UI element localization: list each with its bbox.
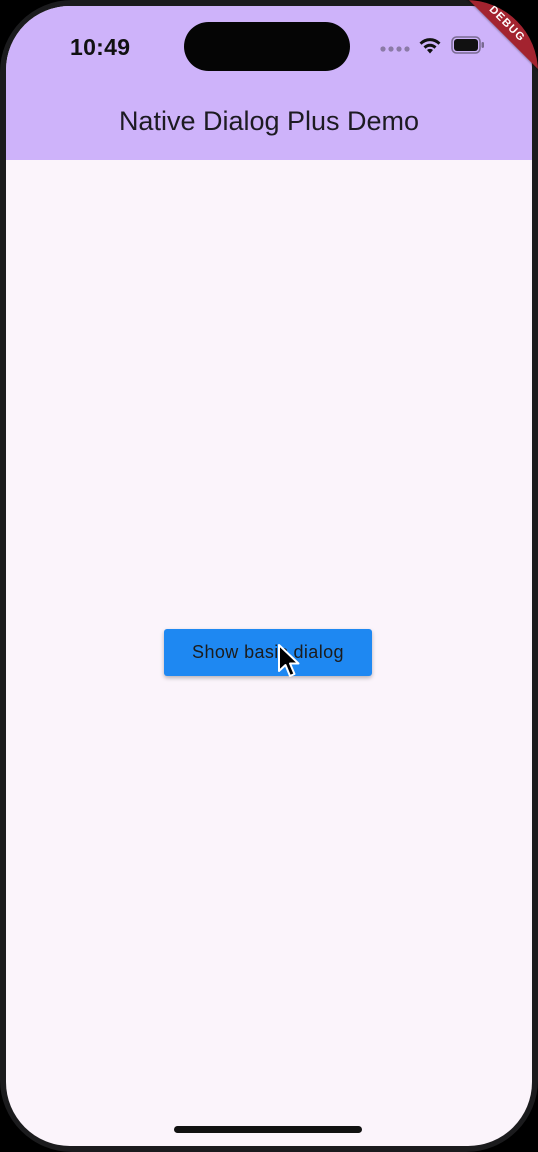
- status-time: 10:49: [70, 34, 131, 60]
- app-bar: 10:49 Native Dialog Plus Demo: [6, 6, 532, 160]
- dynamic-island: [184, 22, 350, 71]
- signal-dots-icon: [380, 46, 410, 52]
- main-content: Show basic dialog: [6, 160, 532, 1146]
- home-indicator[interactable]: [174, 1126, 362, 1133]
- wifi-icon: [419, 38, 441, 54]
- device-frame: 10:49 Native Dialog Plus Demo Show basic…: [0, 0, 538, 1152]
- mouse-pointer-icon: [278, 644, 300, 677]
- app-title: Native Dialog Plus Demo: [118, 106, 420, 136]
- screen: 10:49 Native Dialog Plus Demo Show basic…: [6, 6, 532, 1146]
- battery-icon: [451, 36, 484, 54]
- status-bar: 10:49: [6, 6, 532, 88]
- show-basic-dialog-button[interactable]: Show basic dialog: [164, 629, 372, 676]
